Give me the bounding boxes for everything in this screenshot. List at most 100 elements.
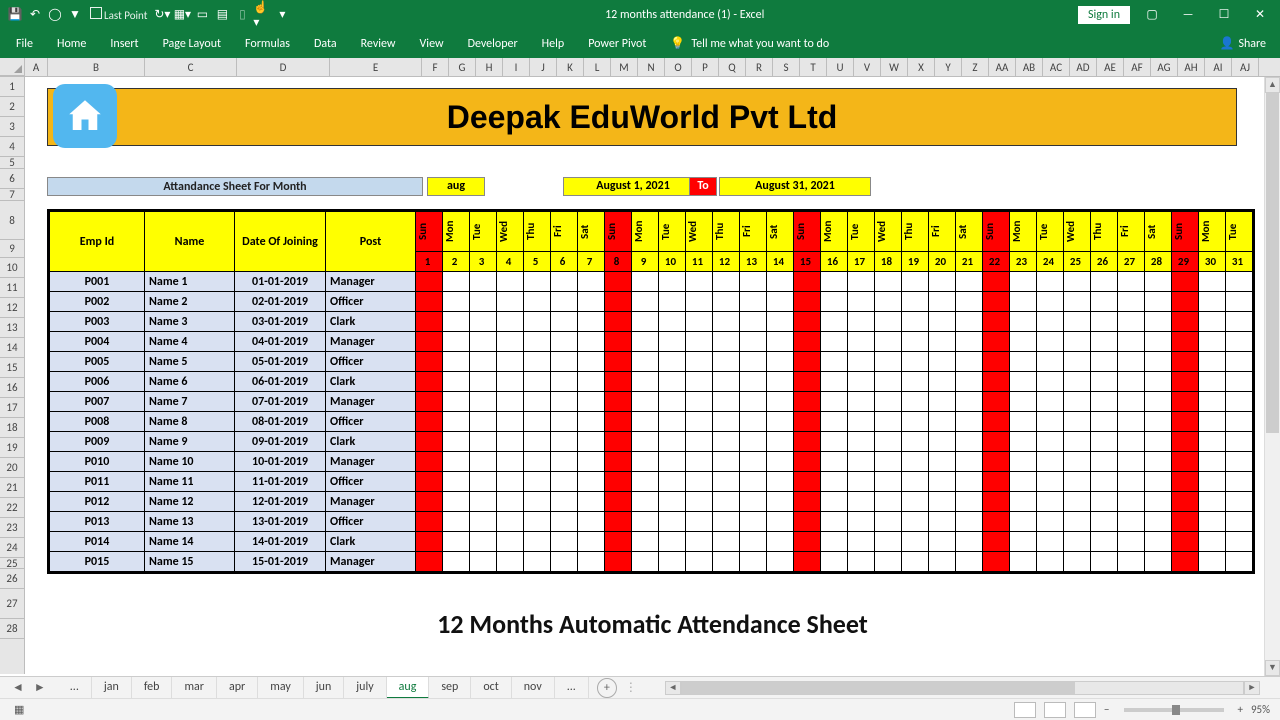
save-icon[interactable]: 💾 — [6, 6, 24, 24]
table-row[interactable]: P015Name 1515-01-2019Manager — [50, 552, 1253, 572]
ribbon-tab-formulas[interactable]: Formulas — [233, 33, 302, 55]
col-header[interactable]: R — [746, 58, 773, 76]
col-header[interactable]: AG — [1151, 58, 1178, 76]
sheet-tab-jan[interactable]: jan — [92, 677, 132, 699]
row-header[interactable]: 25 — [0, 558, 24, 569]
row-header[interactable]: 10 — [0, 258, 24, 278]
tell-me[interactable]: 💡 Tell me what you want to do — [670, 36, 829, 51]
row-header[interactable]: 20 — [0, 458, 24, 478]
row-header[interactable]: 24 — [0, 538, 24, 558]
sheet-tab-sep[interactable]: sep — [429, 677, 471, 699]
col-header[interactable]: L — [584, 58, 611, 76]
vba-icon[interactable]: ▯ — [233, 6, 251, 24]
table-row[interactable]: P005Name 505-01-2019Officer — [50, 352, 1253, 372]
zoom-out-icon[interactable]: − — [1104, 703, 1109, 716]
sheet-tab-...[interactable]: ... — [58, 677, 92, 699]
sheet-tab-may[interactable]: may — [258, 677, 304, 699]
filter-icon[interactable]: ▼ — [66, 6, 84, 24]
sheet-tab-july[interactable]: july — [344, 677, 386, 699]
col-header[interactable]: X — [908, 58, 935, 76]
ribbon-tab-data[interactable]: Data — [302, 33, 349, 55]
row-header[interactable]: 17 — [0, 398, 24, 418]
row-header[interactable]: 8 — [0, 201, 24, 240]
table-icon[interactable]: ▤ — [213, 6, 231, 24]
col-header[interactable]: AD — [1070, 58, 1097, 76]
select-all-corner[interactable] — [0, 58, 25, 76]
col-header[interactable]: W — [881, 58, 908, 76]
row-header[interactable]: 23 — [0, 518, 24, 538]
col-header[interactable]: AJ — [1232, 58, 1259, 76]
col-header[interactable]: Y — [935, 58, 962, 76]
row-header[interactable]: 3 — [0, 117, 24, 137]
col-header[interactable]: Q — [719, 58, 746, 76]
sheet-tab-apr[interactable]: apr — [217, 677, 258, 699]
row-header[interactable]: 22 — [0, 498, 24, 518]
table-row[interactable]: P002Name 202-01-2019Officer — [50, 292, 1253, 312]
col-header[interactable]: S — [773, 58, 800, 76]
vertical-scrollbar[interactable]: ▲ ▼ — [1264, 77, 1280, 676]
row-header[interactable]: 4 — [0, 137, 24, 157]
row-header[interactable]: 7 — [0, 189, 24, 201]
row-header[interactable]: 1 — [0, 77, 24, 97]
col-header[interactable]: J — [530, 58, 557, 76]
row-header[interactable]: 27 — [0, 589, 24, 619]
share-button[interactable]: 👤 Share — [1219, 36, 1276, 51]
col-header[interactable]: I — [503, 58, 530, 76]
sheet-tab-feb[interactable]: feb — [132, 677, 173, 699]
ribbon-options-icon[interactable]: ▢ — [1138, 3, 1166, 27]
last-point-toggle[interactable]: Last Point — [86, 7, 151, 22]
ribbon-tab-help[interactable]: Help — [530, 33, 577, 55]
zoom-in-icon[interactable]: + — [1238, 703, 1243, 716]
attendance-grid[interactable]: Emp IdNameDate Of JoiningPostSunMonTueWe… — [47, 209, 1255, 574]
table-row[interactable]: P003Name 303-01-2019Clark — [50, 312, 1253, 332]
row-header[interactable]: 18 — [0, 418, 24, 438]
col-header[interactable]: V — [854, 58, 881, 76]
scroll-left-icon[interactable]: ◄ — [665, 681, 681, 695]
col-header[interactable]: AE — [1097, 58, 1124, 76]
row-header[interactable]: 16 — [0, 378, 24, 398]
zoom-level[interactable]: 95% — [1251, 703, 1270, 716]
sign-in-button[interactable]: Sign in — [1078, 6, 1130, 24]
ribbon-tab-home[interactable]: Home — [45, 33, 98, 55]
row-header[interactable]: 14 — [0, 338, 24, 358]
col-header[interactable]: K — [557, 58, 584, 76]
col-header[interactable]: G — [449, 58, 476, 76]
row-header[interactable]: 12 — [0, 298, 24, 318]
col-header[interactable]: Z — [962, 58, 989, 76]
col-header[interactable]: AF — [1124, 58, 1151, 76]
col-header[interactable]: T — [800, 58, 827, 76]
maximize-icon[interactable]: ☐ — [1210, 3, 1238, 27]
page-break-view-icon[interactable] — [1074, 702, 1096, 718]
col-header[interactable]: AH — [1178, 58, 1205, 76]
month-cell[interactable]: aug — [427, 177, 485, 196]
col-header[interactable]: D — [237, 58, 330, 76]
border-icon[interactable]: ▭ — [193, 6, 211, 24]
col-header[interactable]: AI — [1205, 58, 1232, 76]
qat-more-icon[interactable]: ▾ — [273, 6, 291, 24]
row-header[interactable]: 11 — [0, 278, 24, 298]
ribbon-tab-page-layout[interactable]: Page Layout — [151, 33, 233, 55]
ribbon-tab-developer[interactable]: Developer — [456, 33, 530, 55]
macro-icon[interactable]: ▦ — [14, 703, 24, 716]
close-icon[interactable]: ✕ — [1246, 3, 1274, 27]
table-row[interactable]: P001Name 101-01-2019Manager — [50, 272, 1253, 292]
add-sheet-button[interactable]: + — [597, 678, 617, 698]
col-header[interactable]: P — [692, 58, 719, 76]
scroll-up-icon[interactable]: ▲ — [1265, 77, 1280, 93]
col-header[interactable]: B — [48, 58, 145, 76]
tab-nav[interactable]: ◄► — [0, 680, 58, 695]
zoom-slider[interactable] — [1124, 708, 1224, 712]
horizontal-scrollbar[interactable]: ◄ ► — [665, 681, 1260, 695]
row-header[interactable]: 26 — [0, 569, 24, 589]
col-header[interactable]: U — [827, 58, 854, 76]
col-header[interactable]: E — [330, 58, 422, 76]
row-header[interactable]: 2 — [0, 97, 24, 117]
row-header[interactable]: 28 — [0, 619, 24, 639]
undo-icon[interactable]: ↶ — [26, 6, 44, 24]
circle-icon[interactable]: ◯ — [46, 6, 64, 24]
row-header[interactable]: 21 — [0, 478, 24, 498]
table-row[interactable]: P008Name 808-01-2019Officer — [50, 412, 1253, 432]
ribbon-tab-review[interactable]: Review — [349, 33, 408, 55]
row-header[interactable]: 13 — [0, 318, 24, 338]
refresh-icon[interactable]: ↻▾ — [153, 6, 171, 24]
